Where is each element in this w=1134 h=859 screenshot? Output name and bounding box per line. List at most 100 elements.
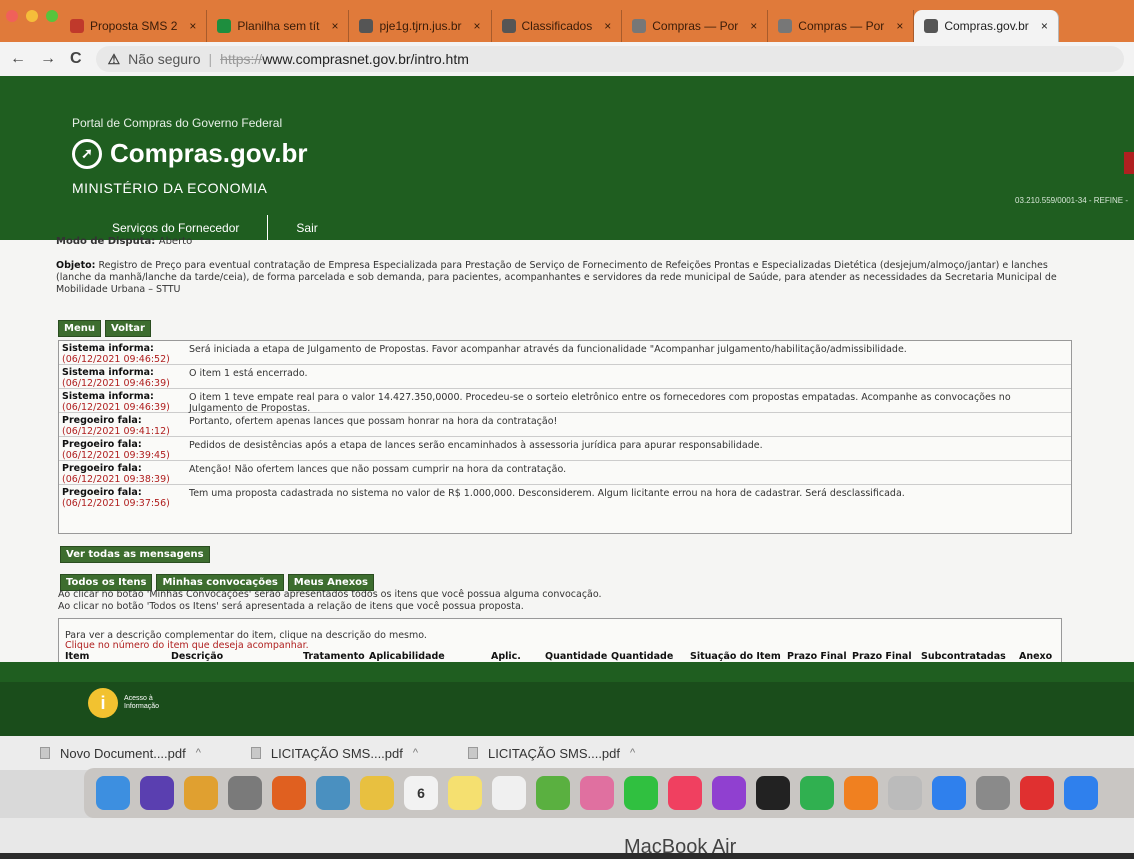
message-author: Sistema informa: (62, 343, 154, 354)
nav-sair[interactable]: Sair (268, 215, 345, 240)
stickies-icon[interactable] (448, 776, 482, 810)
browser-tab[interactable]: Compras — Por × (622, 10, 769, 42)
message-row: Pregoeiro fala: (06/12/2021 09:41:12) Port… (59, 413, 1071, 437)
zoom-window-icon[interactable] (46, 10, 58, 22)
photos-icon[interactable] (580, 776, 614, 810)
site-logo[interactable]: ➚ Compras.gov.br (72, 138, 307, 169)
browser-tab[interactable]: Compras.gov.br × (914, 10, 1059, 42)
siri-icon[interactable] (140, 776, 174, 810)
pdf-file-icon (250, 747, 261, 759)
chrome-icon[interactable] (184, 776, 218, 810)
safari-icon[interactable] (1064, 776, 1098, 810)
maps-icon[interactable] (536, 776, 570, 810)
forward-arrow-icon[interactable]: → (40, 50, 56, 68)
browser-tab[interactable]: Proposta SMS 2 × (60, 10, 208, 42)
address-toolbar: ← → C ⚠ Não seguro | https://www.compras… (0, 42, 1134, 76)
notes-icon[interactable] (360, 776, 394, 810)
message-author: Pregoeiro fala: (62, 463, 142, 474)
main-content: Modo de Disputa: Aberto Objeto: Registro… (0, 236, 1134, 662)
browser-tab[interactable]: Classificados × (492, 10, 623, 42)
url-text[interactable]: https://www.comprasnet.gov.br/intro.htm (220, 51, 469, 67)
tv-icon[interactable] (756, 776, 790, 810)
message-timestamp: (06/12/2021 09:39:45) (62, 450, 170, 461)
message-timestamp: (06/12/2021 09:38:39) (62, 474, 170, 485)
launchpad-icon[interactable] (228, 776, 262, 810)
tab-close-icon[interactable]: × (750, 19, 757, 33)
message-row: Pregoeiro fala: (06/12/2021 09:37:56) Tem … (59, 485, 1071, 509)
music-icon[interactable] (668, 776, 702, 810)
anydesk-icon[interactable] (1020, 776, 1054, 810)
help-icon[interactable] (888, 776, 922, 810)
finder-icon[interactable] (96, 776, 130, 810)
acesso-informacao-link[interactable]: i Acesso à Informação (88, 688, 159, 718)
tab-label: Planilha sem tít (237, 19, 320, 33)
red-edge-marker (1124, 152, 1134, 174)
tab-close-icon[interactable]: × (604, 19, 611, 33)
browser-tab[interactable]: pje1g.tjrn.jus.br × (349, 10, 492, 42)
ver-todas-button[interactable]: Ver todas as mensagens (60, 546, 210, 563)
chevron-up-icon[interactable]: ^ (196, 747, 201, 759)
download-item[interactable]: LICITAÇÃO SMS....pdf ^ (468, 746, 635, 761)
column-header: Anexo (1019, 651, 1053, 662)
appstore-icon[interactable] (932, 776, 966, 810)
facetime-icon[interactable] (800, 776, 834, 810)
settings-icon[interactable] (976, 776, 1010, 810)
firefox-icon[interactable] (272, 776, 306, 810)
info-convocacoes: Ao clicar no botão 'Minhas Convocações' … (58, 589, 602, 600)
acesso-line2: Informação (124, 703, 160, 710)
column-header: Prazo Final (852, 651, 912, 662)
acesso-line1: Acesso à (124, 695, 153, 702)
podcasts-icon[interactable] (712, 776, 746, 810)
minimize-window-icon[interactable] (26, 10, 38, 22)
tab-close-icon[interactable]: × (474, 19, 481, 33)
browser-tab[interactable]: Planilha sem tít × (207, 10, 350, 42)
tab-close-icon[interactable]: × (1041, 19, 1048, 33)
warning-icon[interactable]: ⚠ (108, 51, 121, 68)
download-item[interactable]: LICITAÇÃO SMS....pdf ^ (250, 746, 418, 761)
column-header: Aplic. (491, 651, 521, 662)
tab-label: Compras — Por (652, 19, 739, 33)
voltar-button[interactable]: Voltar (104, 320, 151, 337)
items-table: Para ver a descrição complementar do ite… (58, 618, 1062, 662)
reload-icon[interactable]: C (70, 50, 82, 68)
messages-icon[interactable] (624, 776, 658, 810)
url-scheme: https:// (220, 51, 263, 67)
tab-label: Classificados (521, 19, 593, 33)
browser-tab[interactable]: Compras — Por × (768, 10, 915, 42)
modo-disputa: Modo de Disputa: Aberto (56, 236, 192, 247)
tab-label: Proposta SMS 2 (90, 19, 178, 33)
modo-label: Modo de Disputa: (56, 236, 156, 247)
column-header: Descrição (171, 651, 224, 662)
info-icon: i (88, 688, 118, 718)
tab-close-icon[interactable]: × (896, 19, 903, 33)
preview-icon[interactable] (316, 776, 350, 810)
tab-close-icon[interactable]: × (189, 19, 196, 33)
tab-close-icon[interactable]: × (331, 19, 338, 33)
reminders-icon[interactable] (492, 776, 526, 810)
item-hint-number: Clique no número do item que deseja acom… (65, 640, 309, 651)
portal-title: Portal de Compras do Governo Federal (72, 116, 283, 130)
download-item[interactable]: Novo Document....pdf ^ (40, 746, 201, 761)
chevron-up-icon[interactable]: ^ (630, 747, 635, 759)
logo-text: Compras.gov.br (110, 138, 308, 168)
sheets-icon (217, 19, 232, 33)
books-icon[interactable] (844, 776, 878, 810)
security-label[interactable]: Não seguro (128, 51, 200, 67)
calendar-icon[interactable]: 6 (404, 776, 438, 810)
globe-icon (501, 19, 516, 33)
chevron-up-icon[interactable]: ^ (413, 747, 418, 759)
back-arrow-icon[interactable]: ← (10, 50, 26, 68)
page-icon (632, 19, 647, 33)
column-header: Quantidade (611, 651, 674, 662)
message-author: Pregoeiro fala: (62, 439, 142, 450)
message-text: O item 1 teve empate real para o valor 1… (189, 392, 1011, 414)
download-filename: Novo Document....pdf (60, 745, 186, 761)
message-timestamp: (06/12/2021 09:41:12) (62, 426, 170, 437)
screen: Proposta SMS 2 × Planilha sem tít × pje1g.tj… (0, 0, 1134, 858)
menu-button[interactable]: Menu (58, 320, 101, 337)
message-row: Sistema informa: (06/12/2021 09:46:52) Ser… (59, 341, 1071, 365)
address-bar[interactable]: ⚠ Não seguro | https://www.comprasnet.go… (95, 46, 1124, 72)
browser-tab-bar: Proposta SMS 2 × Planilha sem tít × pje1g.tj… (0, 0, 1134, 42)
top-buttons: Menu Voltar (58, 320, 151, 337)
close-window-icon[interactable] (6, 10, 18, 22)
